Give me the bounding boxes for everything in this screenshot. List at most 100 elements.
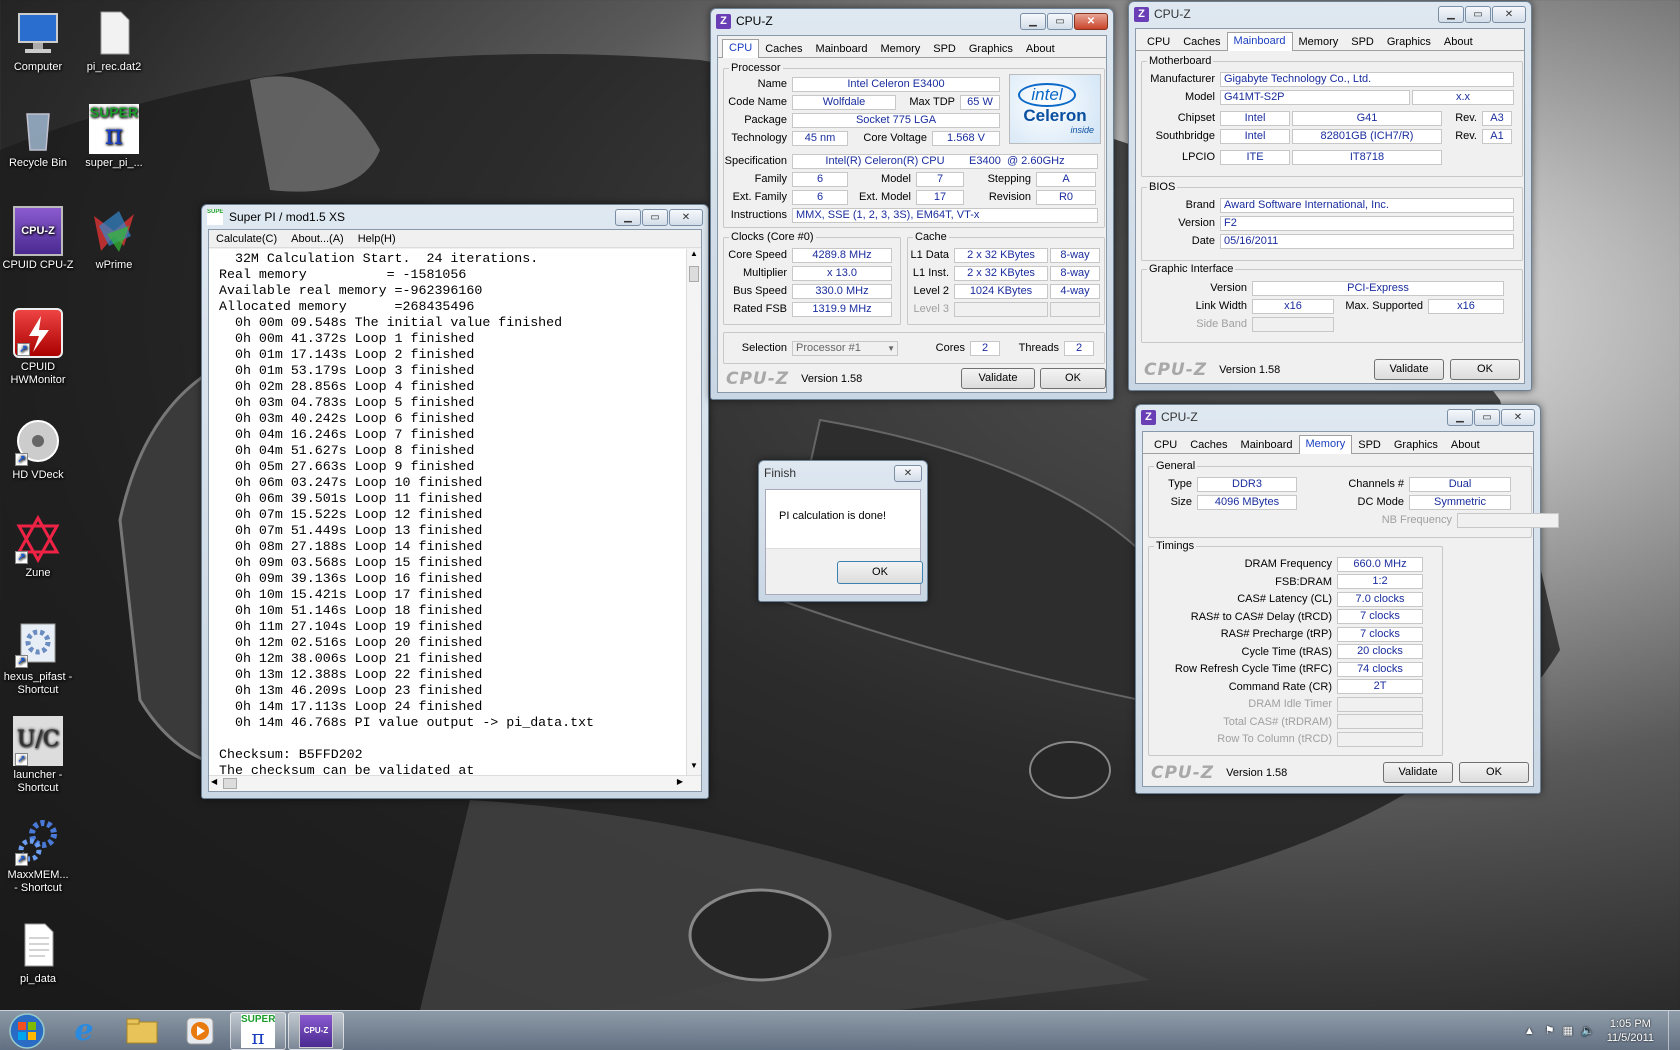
superpi-titlebar[interactable]: SUPER Super PI / mod1.5 XS ▁▭✕ [202,205,708,229]
desktop-icon-super-pi[interactable]: SUPER π super_pi_... [76,104,152,170]
tab-caches[interactable]: Caches [758,40,809,58]
hscroll-thumb[interactable] [223,778,237,789]
desktop-icon-computer[interactable]: Computer [0,8,76,74]
finish-ok-button[interactable]: OK [837,561,923,584]
scroll-up-icon[interactable]: ▲ [687,249,701,263]
validate-button[interactable]: Validate [1374,359,1444,380]
taskbar-media-player[interactable] [172,1012,228,1050]
tab-spd[interactable]: SPD [926,40,963,58]
menu-about[interactable]: About...(A) [284,233,351,245]
tab-spd[interactable]: SPD [1344,33,1381,51]
desktop-icon-recycle-bin[interactable]: Recycle Bin [0,104,76,170]
desktop-icon-hd-vdeck[interactable]: ↗ HD VDeck [0,416,76,482]
tab-mainboard[interactable]: Mainboard [1226,32,1293,51]
vertical-scrollbar[interactable]: ▲ ▼ [686,249,701,775]
network-icon[interactable]: ▦ [1563,1024,1573,1037]
output-line: 0h 14m 17.113s Loop 24 finished [219,699,483,714]
desktop-icon-launcher[interactable]: U/C ↗ launcher - Shortcut [0,716,76,795]
output-line: 0h 08m 27.188s Loop 14 finished [219,539,483,554]
minimize-button[interactable]: ▁ [1438,5,1464,23]
computer-icon [13,8,63,58]
taskbar-explorer[interactable] [114,1012,170,1050]
maximize-button[interactable]: ▭ [1474,408,1500,426]
processor-select[interactable]: Processor #1 ▼ [792,340,898,356]
close-button[interactable]: ✕ [669,208,703,226]
tab-about[interactable]: About [1437,33,1480,51]
desktop-icon-cpuz[interactable]: CPU-Z CPUID CPU-Z [0,206,76,272]
ok-button[interactable]: OK [1040,368,1106,389]
scroll-right-icon[interactable]: ▶ [677,777,683,786]
finish-titlebar[interactable]: Finish ✕ [759,461,927,485]
start-button[interactable] [0,1011,54,1050]
output-line: 0h 04m 51.627s Loop 8 finished [219,443,475,458]
close-button[interactable]: ✕ [1074,12,1108,30]
ok-button[interactable]: OK [1450,359,1520,380]
cpuz-titlebar[interactable]: Z CPU-Z ▁ ▭ ✕ [711,9,1113,33]
tab-about[interactable]: About [1444,436,1487,454]
menu-calculate[interactable]: Calculate(C) [209,233,284,245]
superpi-window: SUPER Super PI / mod1.5 XS ▁▭✕ Calculate… [201,204,709,799]
tab-mainboard[interactable]: Mainboard [1234,436,1300,454]
tab-cpu[interactable]: CPU [1147,436,1184,454]
tab-about[interactable]: About [1019,40,1062,58]
tab-graphics[interactable]: Graphics [1387,436,1445,454]
tab-spd[interactable]: SPD [1351,436,1388,454]
super-pi-icon: SUPER π [241,1013,276,1049]
desktop-icon-pi-data[interactable]: pi_data [0,920,76,986]
close-button[interactable]: ✕ [1492,5,1526,23]
scroll-left-icon[interactable]: ◀ [211,777,217,786]
clocks-group: Clocks (Core #0) Core Speed 4289.8 MHz Mu… [723,231,901,325]
superpi-output[interactable]: 32M Calculation Start. 24 iterations. Rea… [209,249,686,775]
chipset-label: Chipset [1177,112,1215,124]
cores-label: Cores [935,342,965,354]
tab-cpu[interactable]: CPU [1140,33,1177,51]
tab-caches[interactable]: Caches [1183,436,1234,454]
validate-button[interactable]: Validate [1383,762,1453,783]
cpuz-titlebar[interactable]: Z CPU-Z ▁ ▭ ✕ [1129,2,1531,26]
desktop-icon-pi-rec[interactable]: pi_rec.dat2 [76,8,152,74]
desktop-icon-hwmonitor[interactable]: ↗ CPUID HWMonitor [0,308,76,387]
desktop-icon-wprime[interactable]: wPrime [76,206,152,272]
taskbar-ie[interactable]: e [56,1012,112,1050]
menu-help[interactable]: Help(H) [351,233,403,245]
minimize-button[interactable]: ▁ [1020,12,1046,30]
taskbar-super-pi[interactable]: SUPER π [230,1011,286,1050]
desktop-icon-hexus-pifast[interactable]: ↗ hexus_pifast - Shortcut [0,618,76,697]
taskbar-cpuz[interactable]: CPU-Z [288,1011,344,1050]
tab-graphics[interactable]: Graphics [1380,33,1438,51]
tab-graphics[interactable]: Graphics [962,40,1020,58]
output-line: 0h 05m 27.663s Loop 9 finished [219,459,475,474]
tab-caches[interactable]: Caches [1176,33,1227,51]
revision-value: R0 [1036,189,1096,205]
southbridge-rev-label: Rev. [1455,130,1477,142]
desktop-icon-zune[interactable]: ↗ Zune [0,514,76,580]
tab-mainboard[interactable]: Mainboard [809,40,875,58]
clock[interactable]: 1:05 PM 11/5/2011 [1607,1017,1654,1045]
maximize-button[interactable]: ▭ [642,208,668,226]
maximize-button[interactable]: ▭ [1465,5,1491,23]
action-center-icon[interactable]: ⚑ [1545,1024,1555,1037]
close-button[interactable]: ✕ [1501,408,1535,426]
tab-memory[interactable]: Memory [874,40,928,58]
minimize-button[interactable]: ▁ [615,208,641,226]
tab-memory[interactable]: Memory [1292,33,1346,51]
close-button[interactable]: ✕ [894,464,922,482]
tab-memory[interactable]: Memory [1298,435,1353,454]
maximize-button[interactable]: ▭ [1047,12,1073,30]
ie-icon: e [74,1013,94,1048]
timing-row: FSB:DRAM 1:2 [1149,574,1423,590]
cpuz-titlebar[interactable]: Z CPU-Z ▁ ▭ ✕ [1136,405,1540,429]
scroll-thumb[interactable] [689,266,699,282]
scroll-down-icon[interactable]: ▼ [687,761,701,775]
minimize-button[interactable]: ▁ [1447,408,1473,426]
ok-button[interactable]: OK [1459,762,1529,783]
show-desktop-button[interactable] [1668,1010,1680,1050]
level3-value [954,301,1048,317]
show-hidden-icons[interactable]: ▲ [1524,1025,1535,1037]
cpuz-cpu-client: CPU Caches Mainboard Memory SPD Graphics… [717,35,1107,393]
desktop-icon-maxxmem[interactable]: ↗ MaxxMEM... - Shortcut [0,816,76,895]
volume-icon[interactable]: 🔈 [1581,1024,1595,1037]
horizontal-scrollbar[interactable]: ◀ ▶ [209,775,701,791]
tab-cpu[interactable]: CPU [722,39,760,58]
validate-button[interactable]: Validate [961,368,1035,389]
